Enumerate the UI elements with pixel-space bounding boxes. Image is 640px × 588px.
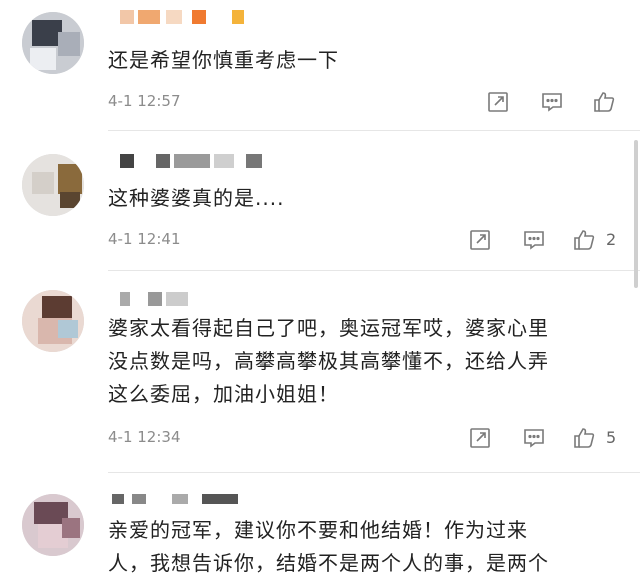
comment-text: 还是希望你慎重考虑一下 — [108, 48, 339, 72]
comment-text: 亲爱的冠军，建议你不要和他结婚！作为过来 人，我想告诉你，结婚不是两个人的事，是… — [108, 518, 549, 575]
comment-meta: 4-1 12:41 2 — [108, 226, 638, 256]
username-pixelated[interactable] — [120, 10, 260, 28]
avatar[interactable] — [22, 154, 84, 216]
like-count: 5 — [606, 428, 617, 447]
comment-time: 4-1 12:34 — [108, 428, 181, 446]
avatar[interactable] — [22, 12, 84, 74]
comment-meta: 4-1 12:57 — [108, 88, 638, 118]
share-icon[interactable] — [468, 426, 494, 452]
scrollbar[interactable] — [634, 140, 638, 288]
thumbs-up-icon[interactable] — [592, 90, 618, 116]
username-pixelated[interactable] — [120, 292, 200, 310]
username-pixelated[interactable] — [120, 154, 270, 172]
avatar[interactable] — [22, 494, 84, 556]
share-icon[interactable] — [468, 228, 494, 254]
comment-time: 4-1 12:41 — [108, 230, 181, 248]
comment-text: 婆家太看得起自己了吧，奥运冠军哎，婆家心里 没点数是吗，高攀高攀极其高攀懂不，还… — [108, 316, 549, 406]
divider — [108, 270, 640, 271]
thumbs-up-icon[interactable] — [572, 228, 598, 254]
username-pixelated[interactable] — [112, 494, 262, 512]
like-count: 2 — [606, 230, 617, 249]
comment-text: 这种婆婆真的是.... — [108, 186, 285, 210]
comment-icon[interactable] — [522, 426, 548, 452]
comment-time: 4-1 12:57 — [108, 92, 181, 110]
share-icon[interactable] — [486, 90, 512, 116]
divider — [108, 130, 640, 131]
comment-meta: 4-1 12:34 5 — [108, 424, 638, 454]
avatar[interactable] — [22, 290, 84, 352]
comment-icon[interactable] — [522, 228, 548, 254]
thumbs-up-icon[interactable] — [572, 426, 598, 452]
comment-icon[interactable] — [540, 90, 566, 116]
divider — [108, 472, 640, 473]
